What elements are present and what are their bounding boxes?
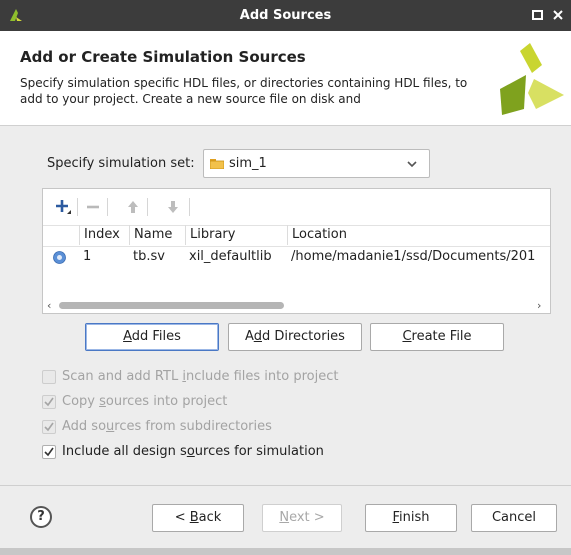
page-description: Specify simulation specific HDL files, o… (20, 76, 468, 106)
maximize-icon[interactable] (529, 6, 547, 24)
table-toolbar (43, 189, 550, 225)
add-files-button[interactable]: Add Files (85, 323, 219, 351)
checkmark-icon (44, 397, 54, 407)
cell-library: xil_defaultlib (189, 249, 272, 264)
toolbar-separator (77, 198, 78, 216)
move-up-icon[interactable] (123, 197, 143, 217)
back-button[interactable]: < Back (152, 504, 244, 532)
scroll-left-icon[interactable]: ‹ (47, 299, 51, 312)
close-icon[interactable] (549, 6, 567, 24)
help-icon[interactable]: ? (30, 506, 52, 528)
source-file-icon (53, 251, 66, 264)
finish-button[interactable]: Finish (365, 504, 457, 532)
add-icon[interactable] (53, 197, 73, 217)
column-header-name[interactable]: Name (129, 225, 185, 245)
page-title: Add or Create Simulation Sources (20, 48, 306, 66)
toolbar-separator (147, 198, 148, 216)
window-titlebar: Add Sources (0, 0, 571, 31)
folder-icon (210, 159, 224, 169)
checkbox[interactable] (42, 370, 56, 384)
checkbox[interactable] (42, 395, 56, 409)
toolbar-separator (107, 198, 108, 216)
dialog-header: Add or Create Simulation Sources Specify… (0, 31, 571, 126)
remove-icon[interactable] (83, 197, 103, 217)
sources-table: Index Name Library Location 1 tb.sv xil_… (42, 188, 551, 314)
scrollbar-thumb[interactable] (59, 302, 284, 309)
simset-value: sim_1 (229, 156, 267, 171)
simset-label: Specify simulation set: (47, 156, 195, 171)
footer-divider (0, 485, 571, 486)
create-file-button[interactable]: Create File (370, 323, 504, 351)
horizontal-scrollbar[interactable]: ‹ › (43, 299, 550, 313)
xilinx-logo (500, 43, 564, 115)
checkmark-icon (44, 447, 54, 457)
add-directories-button[interactable]: Add Directories (228, 323, 362, 351)
simset-dropdown[interactable]: sim_1 (203, 149, 430, 178)
checkbox[interactable] (42, 420, 56, 434)
checkmark-icon (44, 422, 54, 432)
move-down-icon[interactable] (163, 197, 183, 217)
column-header-location[interactable]: Location (287, 225, 550, 245)
cell-name: tb.sv (133, 249, 165, 264)
column-header-index[interactable]: Index (79, 225, 129, 245)
window-title: Add Sources (239, 8, 332, 23)
column-header-library[interactable]: Library (185, 225, 287, 245)
column-icon-header (43, 225, 79, 245)
next-button[interactable]: Next > (262, 504, 342, 532)
toolbar-separator (189, 198, 190, 216)
scroll-right-icon[interactable]: › (537, 299, 541, 312)
cancel-button[interactable]: Cancel (471, 504, 557, 532)
background-window-strip (0, 548, 571, 555)
cell-index: 1 (83, 249, 92, 264)
cell-location: /home/madanie1/ssd/Documents/201 (291, 249, 536, 264)
checkbox[interactable] (42, 445, 56, 459)
chevron-down-icon (407, 161, 417, 168)
